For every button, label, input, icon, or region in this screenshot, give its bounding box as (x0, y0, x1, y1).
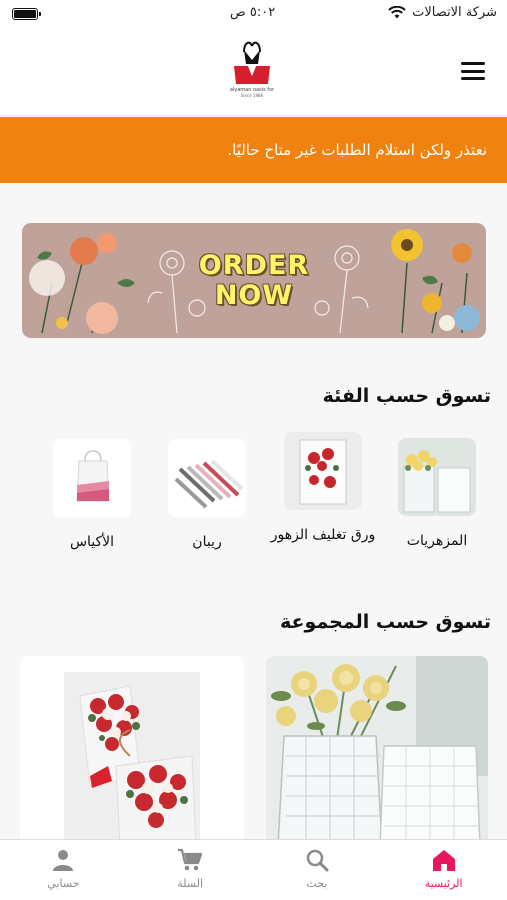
notice-text: نعتذر ولكن استلام الطلبات غير متاح حاليً… (227, 141, 487, 159)
ribbon-image (168, 439, 246, 517)
category-vases[interactable]: المزهريات (383, 438, 491, 552)
group-crystal-vases[interactable] (266, 656, 488, 846)
crystal-vases-image (266, 656, 488, 846)
shop-by-group-title: تسوق حسب المجموعة (280, 611, 491, 633)
carrier-info: شركة الاتصالات (388, 5, 497, 20)
user-icon (53, 850, 74, 871)
now-line: NOW (214, 280, 294, 311)
search-icon (306, 849, 329, 872)
wrapping-paper-image (284, 432, 362, 510)
bottom-tab-bar: الرئيسية بحث السلة حسابي (0, 839, 507, 900)
category-label: الأكياس (69, 534, 115, 550)
tab-label: السلة (177, 877, 204, 890)
order-now-banner[interactable]: ORDER NOW (22, 223, 486, 338)
order-now-text: ORDER NOW (22, 251, 486, 311)
tab-home[interactable]: الرئيسية (380, 840, 507, 900)
tab-search[interactable]: بحث (254, 840, 381, 900)
clock: ٥:٠٢ ص (230, 5, 276, 20)
shop-by-category-title: تسوق حسب الفئة (322, 385, 491, 407)
category-ribbon[interactable]: ريبان (153, 439, 261, 553)
menu-icon[interactable] (461, 62, 485, 80)
app-header: alyaman oasis for Since 1986 (0, 30, 507, 116)
wifi-icon (388, 6, 406, 19)
shopping-bag-logo-icon (234, 41, 270, 84)
rose-bouquet-image (20, 656, 244, 846)
tab-cart[interactable]: السلة (127, 840, 254, 900)
gift-bag-image (53, 439, 131, 517)
cart-icon (178, 848, 203, 871)
tab-label: بحث (306, 877, 328, 890)
category-label: ورق تغليف الزهور (270, 527, 376, 543)
brand-since: Since 1986 (240, 93, 264, 98)
tab-label: حسابي (47, 877, 80, 890)
vase-image (398, 438, 476, 516)
category-bags[interactable]: الأكياس (38, 439, 146, 553)
brand-logo[interactable]: alyaman oasis for Since 1986 (224, 38, 280, 98)
order-line: ORDER (198, 250, 310, 281)
home-icon (432, 850, 455, 871)
carrier-name: شركة الاتصالات (412, 5, 497, 20)
orders-unavailable-banner: نعتذر ولكن استلام الطلبات غير متاح حاليً… (0, 117, 507, 183)
status-bar: شركة الاتصالات ٥:٠٢ ص (0, 0, 507, 30)
battery-icon (12, 8, 41, 20)
category-label: ريبان (192, 534, 222, 550)
category-label: المزهريات (406, 533, 468, 549)
tab-account[interactable]: حسابي (0, 840, 127, 900)
tab-label: الرئيسية (424, 877, 463, 890)
category-wrapping-paper[interactable]: ورق تغليف الزهور (269, 432, 377, 546)
group-rose-bouquets[interactable] (20, 656, 244, 846)
